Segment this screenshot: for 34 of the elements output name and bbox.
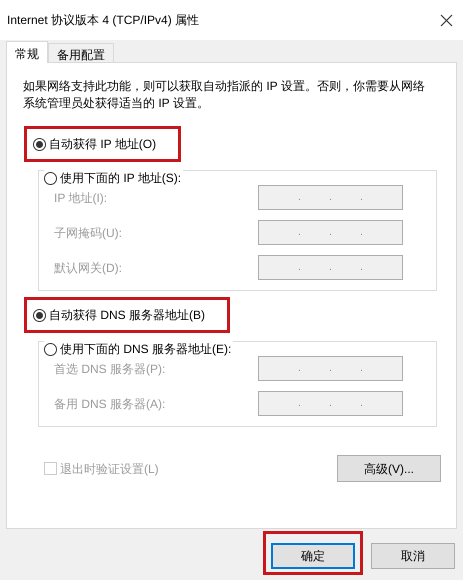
octet-separator: . (298, 364, 301, 374)
description-text: 如果网络支持此功能，则可以获取自动指派的 IP 设置。否则，你需要从网络系统管理员处获得适当的 IP 设置。 (22, 78, 426, 112)
field-label: IP 地址(I): (54, 190, 108, 206)
octet-separator: . (360, 192, 363, 202)
close-icon[interactable] (440, 14, 453, 26)
field-label: 首选 DNS 服务器(P): (54, 360, 166, 378)
octet-separator: . (360, 364, 363, 374)
tab[interactable]: 备用配置 (48, 43, 114, 63)
octet-separator: . (360, 262, 363, 272)
radio-button[interactable] (44, 342, 57, 356)
window-title: Internet 协议版本 4 (TCP/IPv4) 属性 (7, 12, 200, 29)
octet-separator: . (360, 398, 363, 408)
octet-separator: . (298, 192, 301, 202)
radio-button[interactable] (33, 138, 46, 150)
dialog-button[interactable]: 取消 (371, 543, 455, 569)
octet-separator: . (329, 192, 332, 202)
advanced-button[interactable]: 高级(V)... (337, 455, 441, 482)
dialog-button[interactable]: 确定 (271, 543, 355, 569)
field-label: 子网掩码(U): (54, 224, 123, 242)
field-label: 默认网关(D): (54, 260, 123, 276)
octet-separator: . (298, 228, 301, 238)
octet-separator: . (329, 364, 332, 374)
tab[interactable]: 常规 (6, 41, 48, 63)
radio-button[interactable] (33, 308, 46, 322)
octet-separator: . (329, 262, 332, 272)
radio-option[interactable]: 使用下面的 IP 地址(S): (44, 168, 184, 188)
octet-separator: . (360, 228, 363, 238)
octet-separator: . (298, 262, 301, 272)
octet-separator: . (329, 398, 332, 408)
octet-separator: . (329, 228, 332, 238)
radio-button[interactable] (44, 172, 57, 184)
field-label: 备用 DNS 服务器(A): (54, 396, 166, 412)
octet-separator: . (298, 398, 301, 408)
radio-option[interactable]: 使用下面的 DNS 服务器地址(E): (44, 339, 234, 359)
